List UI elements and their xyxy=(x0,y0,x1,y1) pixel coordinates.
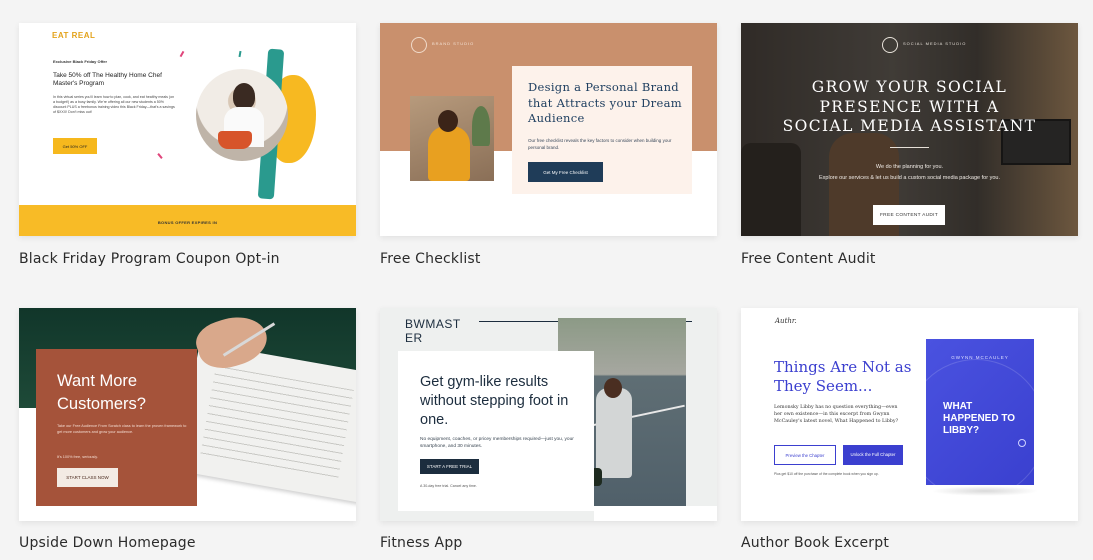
chef-photo xyxy=(196,69,288,161)
template-title[interactable]: Free Content Audit xyxy=(741,251,876,267)
homepage-headline: Want More Customers? xyxy=(57,372,146,413)
plant-icon xyxy=(472,106,490,146)
template-title[interactable]: Author Book Excerpt xyxy=(741,535,889,551)
studio-logo-text: BRAND STUDIO xyxy=(432,41,475,46)
offer-eyebrow: Exclusive Black Friday Offer xyxy=(53,59,108,64)
chef-hair xyxy=(233,83,255,109)
start-class-button: START CLASS NOW xyxy=(57,468,118,487)
checklist-headline: Design a Personal Brand that Attracts yo… xyxy=(528,80,682,125)
template-card-fitness-app[interactable]: BWMAST ER Get gym-like results without s… xyxy=(380,308,717,558)
template-title[interactable]: Black Friday Program Coupon Opt-in xyxy=(19,251,280,267)
book-author: GWYNN MCCAULEY xyxy=(951,355,1009,360)
book-shadow xyxy=(931,486,1039,496)
template-title[interactable]: Upside Down Homepage xyxy=(19,535,196,551)
bwmaster-logo: BWMAST ER xyxy=(405,317,461,345)
audit-subtitle: We do the planning for you. xyxy=(875,164,944,170)
audit-headline: GROW YOUR SOCIAL PRESENCE WITH A SOCIAL … xyxy=(782,78,1037,135)
decorative-dash xyxy=(179,50,185,58)
reading-woman-photo xyxy=(410,96,494,181)
template-preview-black-friday[interactable]: EAT REAL Exclusive Black Friday Offer Ta… xyxy=(19,23,356,236)
start-trial-button: START A FREE TRIAL xyxy=(420,459,479,474)
rust-content-box: Want More Customers? Take our Free Audie… xyxy=(36,349,197,506)
template-preview-upside-down-homepage[interactable]: Want More Customers? Take our Free Audie… xyxy=(19,308,356,521)
template-card-upside-down-homepage[interactable]: Want More Customers? Take our Free Audie… xyxy=(19,308,356,558)
woman-figure xyxy=(428,126,470,181)
offer-body: In this virtual series you'll learn how … xyxy=(53,95,175,114)
divider xyxy=(890,147,929,148)
fitness-body: No equipment, coaches, or pricey members… xyxy=(420,437,574,449)
eat-real-logo: EAT REAL xyxy=(52,31,96,40)
document-photo xyxy=(177,342,356,504)
preview-chapter-button: Preview the Chapter xyxy=(774,445,836,465)
homepage-note: It's 100% free, seriously. xyxy=(57,455,98,459)
studio-logo-text: SOCIAL MEDIA STUDIO xyxy=(903,41,967,46)
offer-headline: Take 50% off The Healthy Home Chef Maste… xyxy=(53,72,162,87)
studio-logo-icon xyxy=(411,37,427,53)
excerpt-headline: Things Are Not as They Seem... xyxy=(774,358,912,395)
get-discount-button: Get 50% OFF xyxy=(53,138,97,154)
decorative-dash xyxy=(157,153,163,159)
excerpt-body: Lemonsky Libby has no question everythin… xyxy=(774,405,899,424)
template-preview-content-audit[interactable]: SOCIAL MEDIA STUDIO GROW YOUR SOCIAL PRE… xyxy=(741,23,1078,236)
template-title[interactable]: Free Checklist xyxy=(380,251,481,267)
get-checklist-button: Get My Free Checklist xyxy=(528,162,603,182)
template-preview-fitness-app[interactable]: BWMAST ER Get gym-like results without s… xyxy=(380,308,717,521)
checklist-body: Our free checklist reveals the key facto… xyxy=(528,138,672,150)
white-strip xyxy=(594,506,717,521)
unlock-chapter-button: Unlock the Full Chapter xyxy=(843,445,903,465)
template-title[interactable]: Fitness App xyxy=(380,535,463,551)
template-card-author-book-excerpt[interactable]: Authr. Things Are Not as They Seem... Le… xyxy=(741,308,1078,558)
publisher-mark-icon xyxy=(1018,439,1026,447)
template-preview-free-checklist[interactable]: BRAND STUDIO Design a Personal Brand tha… xyxy=(380,23,717,236)
book-cover: GWYNN MCCAULEY WHAT HAPPENED TO LIBBY? xyxy=(926,339,1034,485)
template-card-black-friday[interactable]: EAT REAL Exclusive Black Friday Offer Ta… xyxy=(19,23,356,273)
checklist-panel: Design a Personal Brand that Attracts yo… xyxy=(512,66,692,194)
template-card-content-audit[interactable]: SOCIAL MEDIA STUDIO GROW YOUR SOCIAL PRE… xyxy=(741,23,1078,273)
countdown-text: BONUS OFFER EXPIRES IN xyxy=(157,220,218,225)
authr-logo: Authr. xyxy=(775,317,797,325)
homepage-body: Take our Free Audience From Scratch clas… xyxy=(57,424,187,434)
decorative-dash xyxy=(238,50,242,58)
template-card-free-checklist[interactable]: BRAND STUDIO Design a Personal Brand tha… xyxy=(380,23,717,273)
trial-note: A 30-day free trial. Cancel any time. xyxy=(420,484,477,488)
fitness-panel: Get gym-like results without stepping fo… xyxy=(398,351,594,511)
template-preview-author-book-excerpt[interactable]: Authr. Things Are Not as They Seem... Le… xyxy=(741,308,1078,521)
book-title: WHAT HAPPENED TO LIBBY? xyxy=(943,401,1016,436)
studio-logo-icon xyxy=(882,37,898,53)
athlete-figure xyxy=(596,388,632,478)
fitness-headline: Get gym-like results without stepping fo… xyxy=(420,374,569,428)
audit-description: Explore our services & let us build a cu… xyxy=(819,175,1000,181)
excerpt-note: Plus get $10 off the purchase of the com… xyxy=(774,472,879,476)
document-lines xyxy=(200,365,354,479)
free-audit-button: FREE CONTENT AUDIT xyxy=(873,205,945,225)
cooking-pot xyxy=(218,131,252,149)
woman-head xyxy=(438,110,458,132)
athlete-head xyxy=(604,378,622,398)
